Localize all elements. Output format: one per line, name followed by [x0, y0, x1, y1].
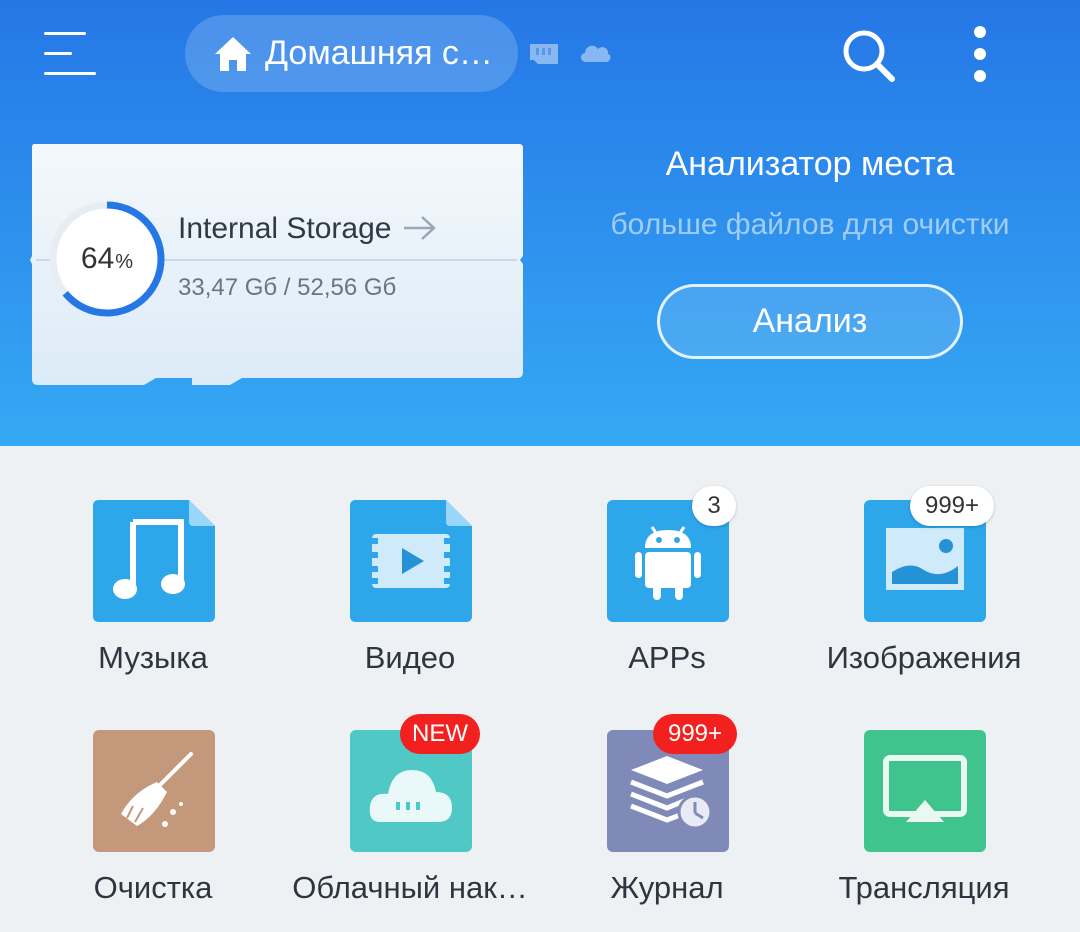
category-images[interactable]: 999+ Изображения: [794, 486, 1054, 710]
category-cast[interactable]: Трансляция: [794, 730, 1054, 932]
category-video[interactable]: Видео: [280, 500, 540, 710]
category-label: Облачный нак…: [292, 870, 528, 905]
analyzer-subtitle: больше файлов для очистки: [610, 208, 1010, 241]
home-icon: [215, 36, 251, 71]
category-cloud[interactable]: NEW Облачный нак…: [280, 714, 540, 932]
category-label: APPs: [628, 640, 706, 675]
music-icon: [93, 500, 215, 622]
category-label: Трансляция: [838, 870, 1010, 905]
sd-card-icon[interactable]: [528, 40, 560, 66]
broom-icon: [93, 730, 215, 852]
video-icon: [350, 500, 472, 622]
storage-usage-text: 33,47 Gб / 52,56 Gб: [178, 274, 397, 301]
category-label: Очистка: [93, 870, 213, 905]
category-label: Журнал: [610, 870, 724, 905]
storage-percent-sign: %: [115, 250, 134, 273]
category-clean[interactable]: Очистка: [23, 730, 283, 932]
arrow-right-icon: [404, 216, 436, 240]
search-icon[interactable]: [840, 27, 896, 83]
analyzer-title: Анализатор места: [665, 145, 955, 183]
history-count-badge: 999+: [653, 714, 737, 754]
category-label: Музыка: [98, 640, 208, 675]
images-count-badge: 999+: [910, 486, 994, 526]
category-history[interactable]: 999+ Журнал: [537, 714, 797, 932]
cloud-new-badge: NEW: [400, 714, 480, 754]
internal-storage-card[interactable]: 64 % Internal Storage 33,47 Gб / 52,56 G…: [30, 144, 523, 386]
hamburger-line: [44, 72, 96, 75]
apps-count-badge: 3: [692, 486, 736, 526]
hamburger-line: [44, 52, 72, 55]
cloud-icon[interactable]: [578, 38, 612, 66]
category-label: Изображения: [826, 640, 1022, 675]
category-music[interactable]: Музыка: [23, 500, 283, 710]
cast-icon: [864, 730, 986, 852]
category-apps[interactable]: 3 APPs: [537, 486, 797, 710]
header-hero: Домашняя с… 64 % Internal Storage 33,47 …: [0, 0, 1080, 446]
more-vertical-icon[interactable]: [968, 26, 992, 82]
category-label: Видео: [364, 640, 456, 675]
hamburger-menu-icon: [44, 32, 86, 35]
location-label: Домашняя с…: [265, 34, 493, 72]
analyze-button[interactable]: Анализ: [657, 284, 963, 359]
storage-percent: 64 %: [48, 200, 166, 318]
storage-percent-value: 64: [80, 242, 115, 275]
storage-name: Internal Storage: [178, 212, 392, 245]
menu-button[interactable]: [44, 32, 98, 76]
location-selector[interactable]: Домашняя с…: [185, 15, 518, 92]
storage-usage-ring: 64 %: [48, 200, 166, 318]
